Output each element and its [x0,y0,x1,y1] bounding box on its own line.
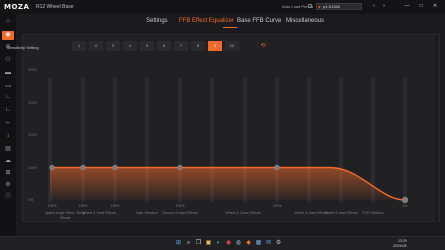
preset-dropdown[interactable]: ● p1-51366 [316,3,362,10]
tab-miscellaneous[interactable]: Miscellaneous [286,18,324,24]
sensitivity-option-5[interactable]: 5 [140,41,154,51]
value-label: 100% [78,204,88,208]
y-tick-label: 0% [28,198,34,202]
value-label: 100% [272,204,282,208]
y-tick-label: 300% [28,100,37,105]
sidebar-settings-icon[interactable]: ⚙ [4,182,12,189]
sidebar-hub-icon[interactable]: HUB [3,84,13,88]
explorer-icon[interactable]: ▣ [205,240,212,247]
panel-scrollbar[interactable] [435,35,438,223]
reset-icon[interactable]: ⟲ [258,42,268,50]
sensitivity-option-7[interactable]: 7 [174,41,188,51]
equalizer-panel [22,34,440,223]
tab-base-ffb-curve[interactable]: Base FFB Curve [237,18,281,24]
sidebar-wheelbase-icon[interactable]: ◉ [2,31,14,40]
task-view-icon[interactable]: ❐ [195,240,202,247]
minimize-icon[interactable]: — [403,3,411,10]
category-label: FFB Vibration [362,211,384,215]
app-logo: MOZA [4,3,30,11]
chrome-icon[interactable]: ◉ [225,240,232,247]
sensitivity-option-8[interactable]: 8 [191,41,205,51]
tray-time: 13:29 [398,239,407,243]
search-icon[interactable]: ⌕ [185,240,192,247]
tab-ffb-effect-equalizer[interactable]: FFB Effect Equalizer [179,18,234,24]
sensitivity-option-3[interactable]: 3 [106,41,120,51]
auto-load-checkbox[interactable] [308,4,312,8]
taskbar: ⊞ ⌕ ❐ ▣ ◐ ◉ ◍ ◆ ▦ ✉ ⚙ 13:29 2023/4/5 [0,236,445,250]
category-label: Wheel & Grass Effects [225,211,261,215]
category-label: Ground & Hard Effects [162,211,198,215]
title-bar: MOZA R12 Wheel Base Auto Load Preset ● p… [0,0,445,14]
edge-icon[interactable]: ◐ [215,240,222,247]
sidebar-gamepad-icon[interactable]: ⊞ [4,170,12,177]
y-tick-label: 400% [28,68,37,72]
active-tab-indicator [223,27,237,28]
sidebar-users-icon[interactable]: ⚇ [4,57,12,64]
preset-icon: ● [318,4,321,9]
sidebar-pedal-2-icon[interactable]: ∟ [4,107,12,114]
sensitivity-option-10[interactable]: 10 [225,41,239,51]
sidebar-home-icon[interactable]: ⌂ [4,18,12,25]
sensitivity-option-6[interactable]: 6 [157,41,171,51]
sensitivity-option-2[interactable]: 2 [89,41,103,51]
windows-icon[interactable]: ⊞ [175,240,182,247]
sidebar-cloud-icon[interactable]: ☁ [4,158,12,165]
sidebar-info-icon[interactable]: ⓘ [4,194,12,201]
sidebar-pedal-icon[interactable]: ∟ [4,94,12,101]
sensitivity-option-1[interactable]: 1 [72,41,86,51]
sensitivity-label: Sensitivity Setting [7,45,39,50]
sensitivity-option-9[interactable]: 9 [208,41,222,51]
preset-value: p1-51366 [323,4,340,9]
value-label: 100% [47,204,57,208]
sidebar-display-icon[interactable]: ▤ [4,146,12,153]
mail-icon[interactable]: ✉ [265,240,272,247]
store-icon[interactable]: ▦ [255,240,262,247]
sensitivity-option-4[interactable]: 4 [123,41,137,51]
value-label: 100% [175,204,185,208]
maximize-icon[interactable]: □ [417,3,425,10]
close-icon[interactable]: ✕ [431,3,439,10]
device-name: R12 Wheel Base [36,4,74,10]
value-label: 0% [402,204,408,208]
moza-icon[interactable]: ◆ [245,240,252,247]
tab-bar: Settings FFB Effect Equalizer Base FFB C… [16,14,445,30]
tab-settings[interactable]: Settings [146,18,168,24]
value-label: 100% [110,204,120,208]
sidebar-handbrake-icon[interactable]: ⌙ [4,120,12,127]
settings-icon[interactable]: ⚙ [275,240,282,247]
category-label: Wheel & Hard Effects [82,211,116,215]
back-icon[interactable]: ‹ [370,3,378,10]
y-tick-label: 100% [28,165,37,170]
steam-icon[interactable]: ◍ [235,240,242,247]
y-tick-label: 200% [28,133,37,137]
tray-date: 2023/4/5 [393,244,407,248]
forward-icon[interactable]: › [380,3,388,10]
sidebar-shifter-icon[interactable]: ↕ [4,133,12,140]
sidebar-dashboard-icon[interactable]: ▬ [4,70,12,77]
